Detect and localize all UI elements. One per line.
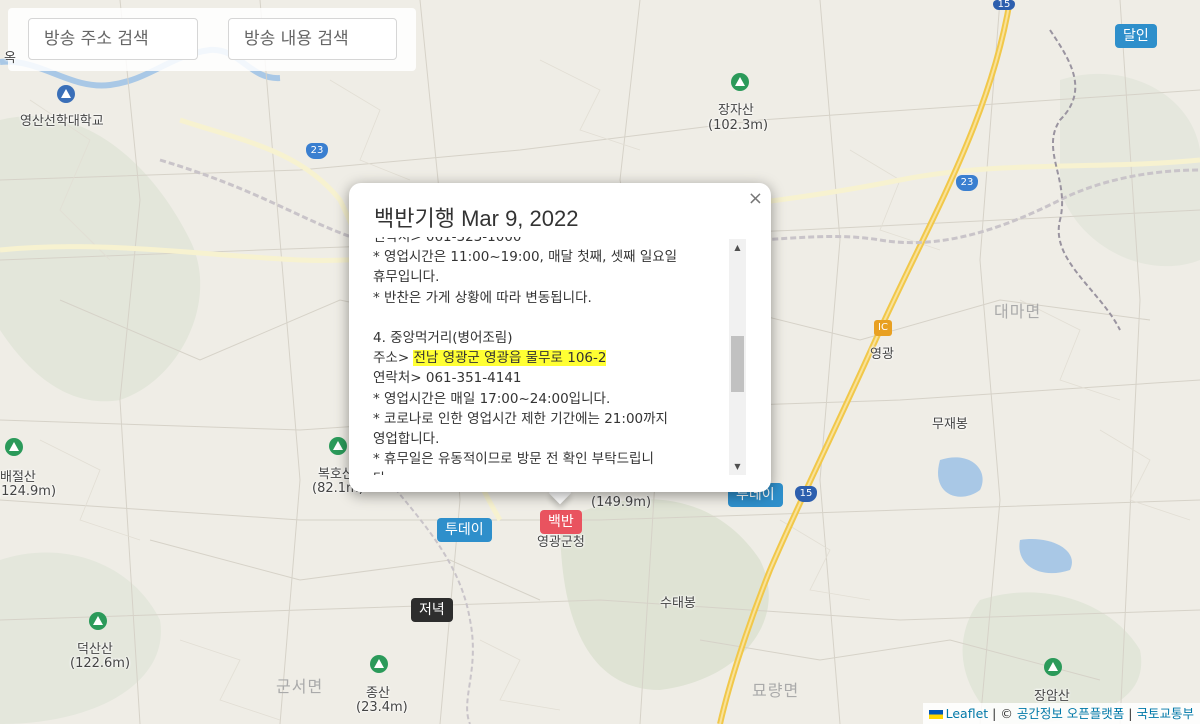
broadcast-marker-jeonyeok[interactable]: 저녁 [411,598,453,622]
place-label: 무재봉 [932,417,968,432]
popup-line [373,308,729,328]
university-icon [57,85,75,103]
broadcast-popup: × 백반기행 Mar 9, 2022 연락처> 061-323-1000 * 영업… [349,183,771,492]
place-label: 장자산 [718,103,754,118]
popup-line: * 휴무일은 유동적이므로 방문 전 확인 부탁드립니 [373,451,654,468]
mountain-icon [731,73,749,91]
place-label: 덕산산 [77,642,113,657]
scroll-down-icon[interactable]: ▼ [729,458,746,475]
attribution-separator: | [1124,706,1137,721]
route-15-shield: 15 [795,486,817,502]
popup-line: * 영업시간은 매일 17:00~24:00입니다. [373,390,611,407]
ukraine-flag-icon [928,710,943,719]
place-label: 옥 [4,51,16,66]
place-label: (102.3m) [708,118,769,133]
scroll-up-icon[interactable]: ▲ [729,239,746,256]
broadcast-marker-baekban[interactable]: 백반 [540,510,582,534]
route-23-shield: 23 [956,175,978,191]
popup-line: 주소> 전남 영광군 영광읍 물무로 106-2 [373,350,607,367]
search-panel [8,8,416,71]
popup-scrollbar[interactable]: ▲ ▼ [729,239,746,475]
close-icon[interactable]: × [748,188,763,209]
broadcast-marker-today[interactable]: 투데이 [437,518,492,542]
mountain-icon [5,438,23,456]
place-label: (149.9m) [591,495,652,510]
ministry-link[interactable]: 국토교통부 [1136,706,1194,721]
popup-line: * 반찬은 가게 상황에 따라 변동됩니다. [373,289,592,306]
popup-line: * 영업시간은 11:00~19:00, 매달 첫째, 셋째 일요일 [373,249,678,266]
popup-text: 연락처> 061-323-1000 * 영업시간은 11:00~19:00, 매달… [373,237,729,475]
place-label: (124.9m) [0,484,57,499]
popup-line: 연락처> 061-351-4141 [373,370,522,387]
map-attribution: Leaflet | © 공간정보 오픈플랫폼 | 국토교통부 [922,703,1200,724]
popup-line: 연락처> 061-323-1000 [373,237,522,245]
platform-link[interactable]: 공간정보 오픈플랫폼 [1017,706,1124,721]
popup-line: 휴무입니다. [373,269,440,286]
place-label: 영광 [870,347,894,362]
broadcast-marker-dalin[interactable]: 달인 [1115,24,1157,48]
region-label: 군서면 [276,677,324,696]
content-search-input[interactable] [228,18,397,60]
place-label: (23.4m) [356,700,408,715]
place-label: 영산선학대학교 [20,114,104,129]
popup-title: 백반기행 Mar 9, 2022 [374,206,579,231]
mountain-icon [89,612,107,630]
place-label: 장암산 [1034,689,1070,704]
popup-line: 영업합니다. [373,430,440,447]
scroll-thumb[interactable] [731,336,744,392]
popup-line: 4. 중앙먹거리(병어조림) [373,329,513,346]
highlighted-address: 전남 영광군 영광읍 물무로 106-2 [413,350,607,367]
place-label: 배절산 [0,470,36,485]
attribution-separator: | © [988,706,1017,721]
popup-line: * 코로나로 인한 영업시간 제한 기간에는 21:00까지 [373,410,668,427]
address-search-input[interactable] [28,18,198,60]
place-label: 종산 [366,686,390,701]
place-label: (122.6m) [70,656,131,671]
popup-content[interactable]: 연락처> 061-323-1000 * 영업시간은 11:00~19:00, 매달… [373,237,745,475]
mountain-icon [370,655,388,673]
popup-line: 다. [373,469,729,475]
region-label: 묘량면 [752,681,800,700]
route-23-shield: 23 [306,143,328,159]
interchange-icon: IC [874,320,892,336]
route-15-shield: 15 [993,0,1015,10]
leaflet-link[interactable]: Leaflet [946,706,989,721]
region-label: 대마면 [994,302,1042,321]
place-label: 수태봉 [660,596,696,611]
mountain-icon [329,437,347,455]
mountain-icon [1044,658,1062,676]
